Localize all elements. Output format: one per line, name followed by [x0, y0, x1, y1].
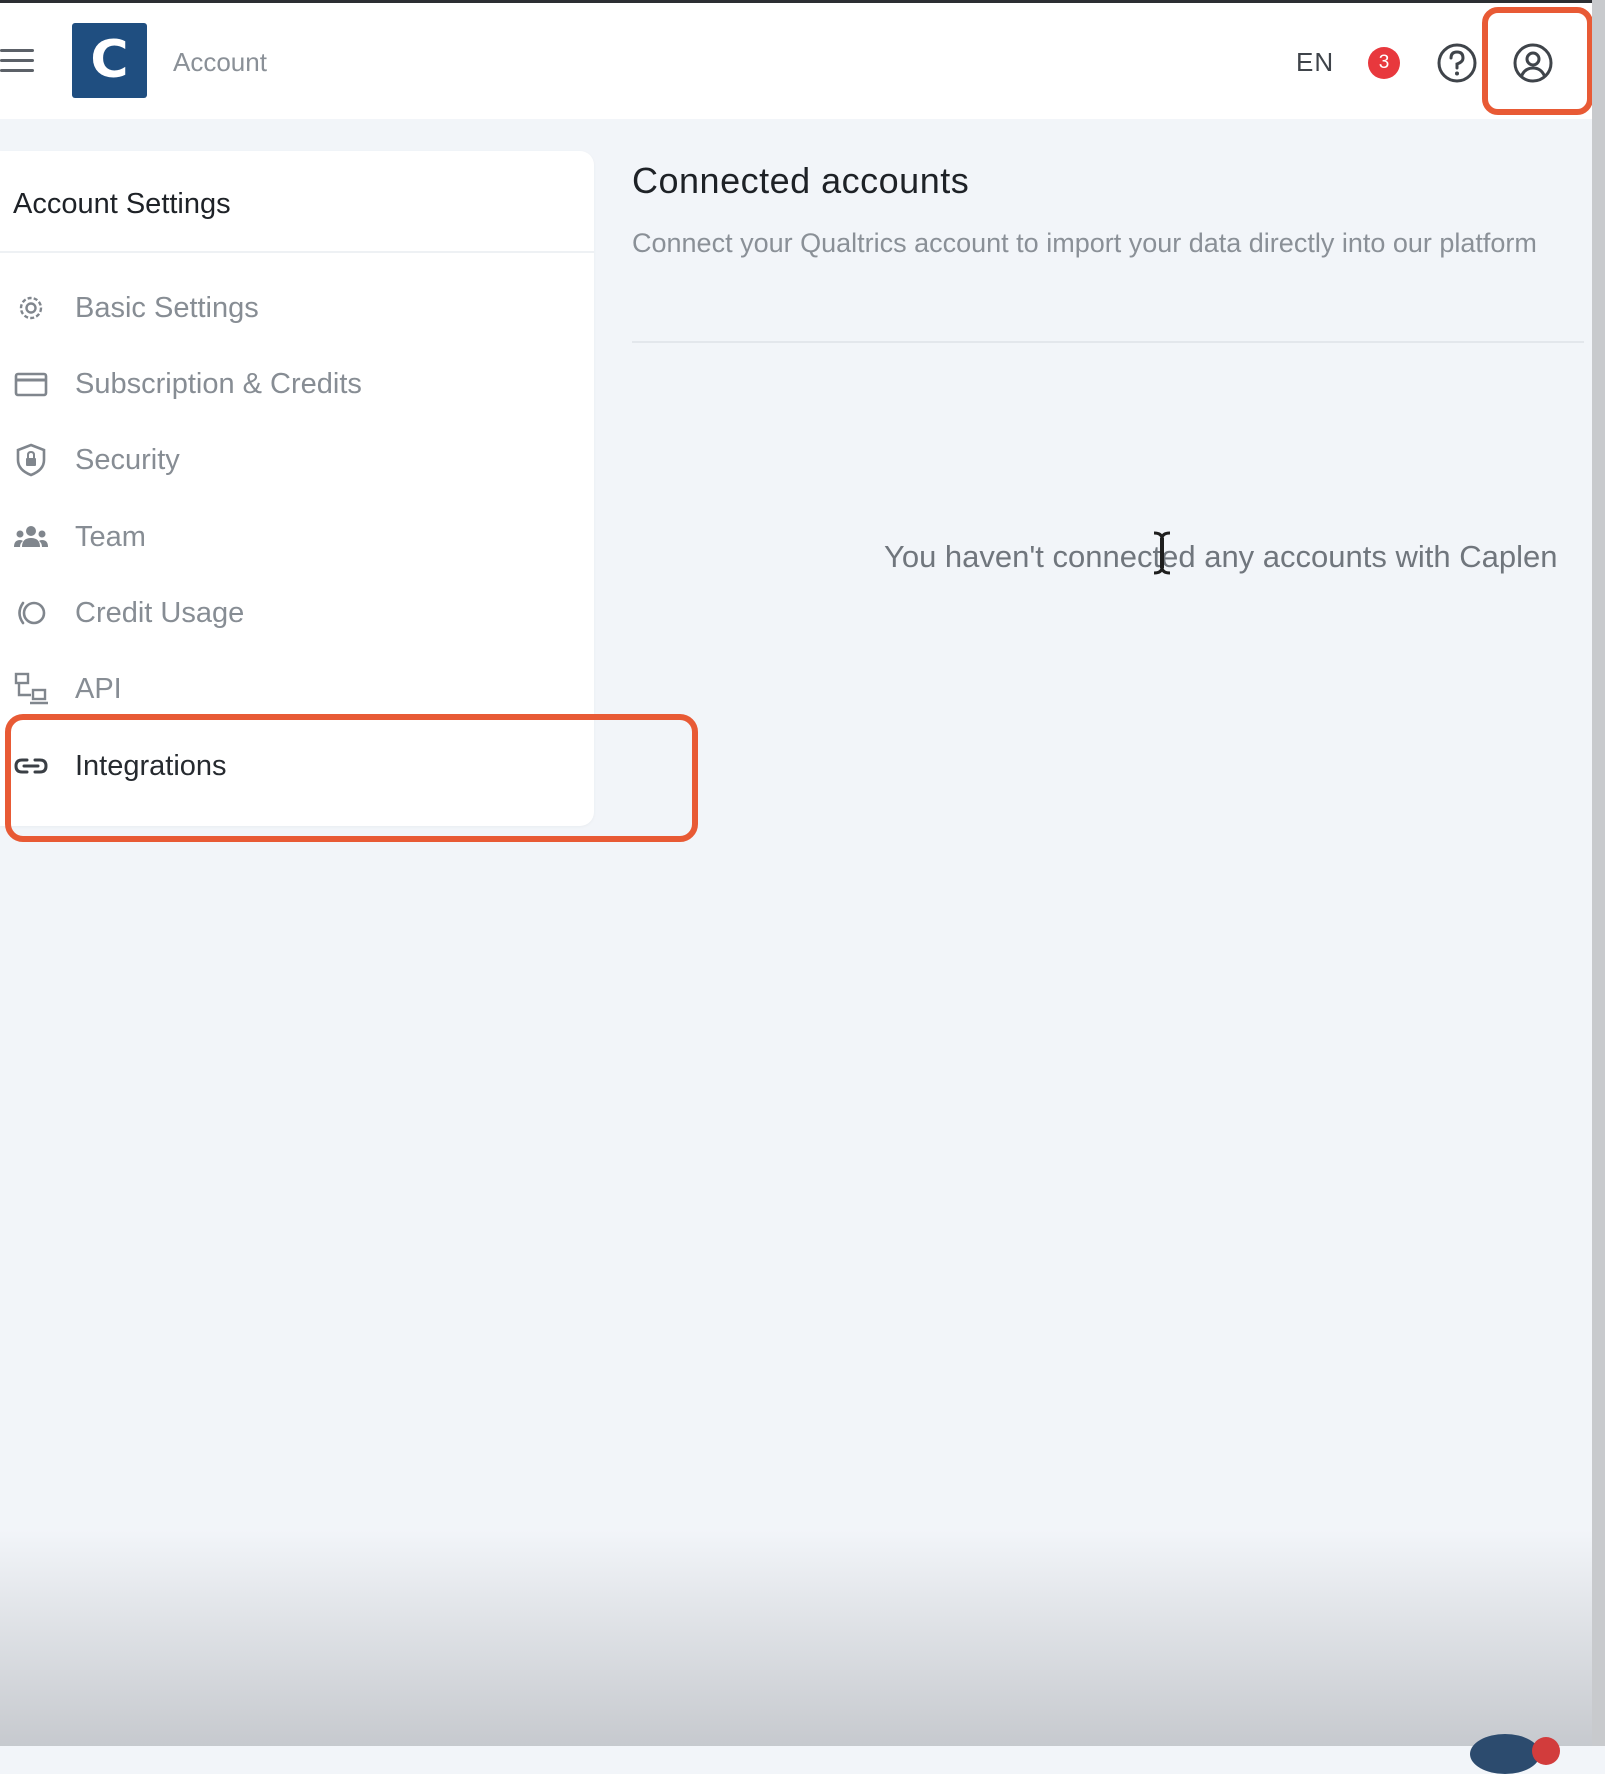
api-icon — [14, 672, 48, 705]
sidebar-item-label: API — [75, 673, 122, 705]
sidebar-item-label: Security — [75, 444, 180, 476]
sidebar-item-basic-settings[interactable]: Basic Settings — [0, 273, 594, 343]
sidebar-item-label: Subscription & Credits — [75, 368, 362, 400]
corner-avatar-fragment — [1470, 1734, 1540, 1774]
content-divider — [632, 341, 1584, 343]
shield-lock-icon — [16, 443, 46, 477]
page-title: Connected accounts — [632, 160, 970, 201]
credit-usage-icon — [18, 601, 46, 625]
sidebar-divider — [0, 251, 594, 253]
bottom-shadow — [0, 1530, 1592, 1746]
sidebar-item-team[interactable]: Team — [0, 502, 594, 572]
language-selector[interactable]: EN — [1296, 47, 1334, 78]
gear-icon — [19, 296, 43, 320]
hamburger-menu-icon[interactable] — [0, 49, 36, 75]
notification-badge[interactable]: 3 — [1368, 47, 1400, 79]
team-icon — [14, 526, 48, 547]
sidebar-item-subscription-credits[interactable]: Subscription & Credits — [0, 349, 594, 419]
corner-badge-fragment — [1532, 1737, 1560, 1765]
sidebar-item-label: Basic Settings — [75, 292, 259, 324]
empty-state-message: You haven't connected any accounts with … — [884, 539, 1558, 574]
sidebar-item-security[interactable]: Security — [0, 425, 594, 495]
question-circle-icon[interactable] — [1435, 41, 1479, 85]
credit-card-icon — [14, 372, 48, 397]
sidebar-title: Account Settings — [13, 188, 231, 220]
sidebar-item-label: Credit Usage — [75, 597, 245, 629]
page-description: Connect your Qualtrics account to import… — [632, 228, 1537, 258]
sidebar-item-label: Team — [75, 521, 146, 553]
integrations-highlight — [5, 714, 698, 842]
app-logo[interactable]: C — [72, 23, 147, 98]
sidebar-item-credit-usage[interactable]: Credit Usage — [0, 578, 594, 648]
page-label: Account — [173, 47, 267, 77]
top-bar: C Account EN 3 — [0, 3, 1592, 119]
window-right-edge — [1592, 0, 1605, 1746]
account-button-highlight — [1482, 7, 1593, 115]
text-cursor-icon — [1153, 531, 1171, 575]
